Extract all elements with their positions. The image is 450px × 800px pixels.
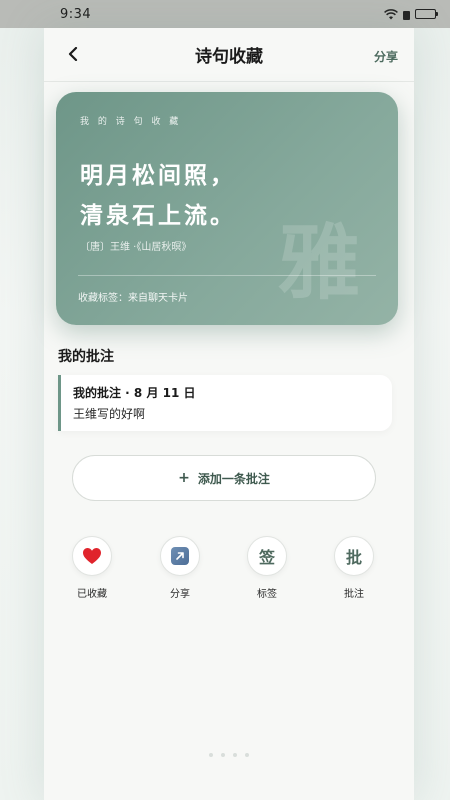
share-link[interactable]: 分享 (374, 48, 398, 65)
poem-card[interactable]: 雅 我 的 诗 句 收 藏 明月松间照， 清泉石上流。 〔唐〕王维 ·《山居秋暝… (56, 92, 398, 325)
action-bar: 已收藏 分享 签 标签 批 批注 (44, 536, 414, 606)
page-dot (245, 753, 249, 757)
note-card[interactable]: 我的批注 · 8 月 11 日 王维写的好啊 (58, 375, 392, 431)
poem-line-2: 清泉石上流。 (80, 203, 236, 229)
status-time: 9:34 (60, 6, 92, 22)
tag-action[interactable]: 签 标签 (237, 536, 297, 600)
poem-line-1: 明月松间照， (80, 163, 236, 189)
note-text: 王维写的好啊 (73, 407, 146, 421)
nav-bar: 诗句收藏 分享 (44, 28, 414, 82)
add-note-button[interactable]: + 添加一条批注 (72, 455, 376, 501)
favorite-action[interactable]: 已收藏 (62, 536, 122, 600)
annotate-label: 批注 (344, 589, 364, 600)
note-heading: 我的批注 · 8 月 11 日 (73, 386, 196, 400)
battery-icon (415, 9, 438, 19)
card-caption: 我 的 诗 句 收 藏 (80, 117, 182, 127)
watermark-glyph: 雅 (277, 216, 360, 311)
annotate-glyph-icon: 批 (345, 548, 362, 567)
page-title: 诗句收藏 (195, 47, 263, 67)
add-note-label: 添加一条批注 (197, 471, 270, 486)
sim-icon (403, 10, 410, 20)
collection-tag: 收藏标签：来自聊天卡片 (78, 293, 188, 304)
share-arrow-icon (171, 547, 189, 565)
page-dot (209, 753, 213, 757)
plus-icon: + (178, 470, 190, 486)
heart-icon (72, 536, 112, 576)
page-dot (221, 753, 225, 757)
back-button[interactable] (62, 43, 84, 65)
share-action[interactable]: 分享 (150, 536, 210, 600)
wifi-icon (384, 8, 398, 20)
page-indicator (44, 753, 414, 757)
chevron-left-icon (68, 47, 78, 61)
notes-section-title: 我的批注 (58, 349, 114, 365)
status-bar: 9:34 (0, 0, 450, 28)
tag-label: 标签 (257, 589, 277, 600)
card-divider (78, 275, 376, 276)
poem-source: 〔唐〕王维 ·《山居秋暝》 (80, 242, 192, 253)
tag-glyph-icon: 签 (258, 548, 275, 567)
share-label: 分享 (170, 589, 190, 600)
status-icons (384, 8, 438, 20)
page-dot (233, 753, 237, 757)
app-screen: 诗句收藏 分享 雅 我 的 诗 句 收 藏 明月松间照， 清泉石上流。 〔唐〕王… (44, 28, 414, 800)
favorite-label: 已收藏 (77, 589, 107, 600)
annotate-action[interactable]: 批 批注 (324, 536, 384, 600)
